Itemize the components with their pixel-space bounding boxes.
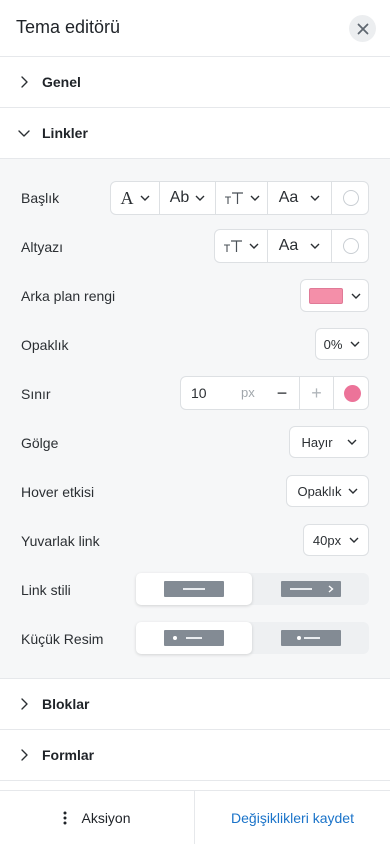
section-formlar-label: Formlar	[42, 747, 95, 763]
border-color-picker[interactable]	[333, 377, 370, 409]
opaklik-label: Opaklık	[21, 337, 69, 353]
minus-icon: −	[276, 382, 288, 403]
baslik-color-picker[interactable]	[331, 182, 370, 214]
style-glyph: Ab	[169, 189, 190, 206]
thumbnail-left-preview	[164, 630, 224, 646]
chevron-down-icon	[18, 130, 30, 137]
section-linkler[interactable]: Linkler	[0, 108, 390, 159]
hover-select[interactable]: Opaklık	[286, 475, 369, 507]
chevron-down-icon	[250, 195, 259, 201]
case-glyph: Aa	[278, 237, 299, 254]
thumbnail-toggle	[136, 622, 369, 654]
altyazi-label: Altyazı	[21, 239, 64, 255]
thumbnail-left-option[interactable]	[136, 622, 252, 654]
decrement-button[interactable]: −	[265, 377, 299, 409]
more-vertical-icon	[63, 811, 67, 825]
case-glyph: Aa	[278, 189, 299, 206]
section-bloklar-label: Bloklar	[42, 696, 90, 712]
thumbnail-inline-option[interactable]	[253, 622, 369, 654]
altyazi-color-picker[interactable]	[331, 230, 370, 262]
section-bloklar[interactable]: Bloklar	[0, 679, 390, 730]
sinir-label: Sınır	[21, 386, 51, 402]
color-swatch	[343, 238, 359, 254]
chevron-down-icon	[310, 195, 320, 201]
link-arrow-preview	[281, 581, 341, 597]
background-color-picker[interactable]	[300, 279, 369, 312]
section-genel-label: Genel	[42, 74, 81, 90]
link-plain-preview	[164, 581, 224, 597]
section-linkler-label: Linkler	[42, 125, 88, 141]
action-button-label: Aksiyon	[81, 810, 131, 826]
border-unit: px	[241, 385, 255, 400]
close-button[interactable]	[349, 15, 376, 42]
golge-label: Gölge	[21, 435, 59, 451]
altyazi-typography-group: Aa	[214, 229, 369, 263]
chevron-down-icon	[348, 488, 358, 494]
chevron-down-icon	[249, 243, 259, 249]
close-icon	[357, 23, 368, 34]
link-style-toggle	[136, 573, 369, 605]
altyazi-case-select[interactable]: Aa	[267, 230, 331, 262]
chevron-down-icon	[350, 341, 360, 347]
link-stili-label: Link stili	[21, 582, 71, 598]
save-button[interactable]: Değişiklikleri kaydet	[195, 791, 390, 844]
chevron-right-icon	[21, 698, 28, 710]
baslik-case-select[interactable]: Aa	[267, 182, 331, 214]
baslik-font-select[interactable]: A	[111, 182, 159, 214]
sinir-control-group: px − +	[180, 376, 369, 410]
thumbnail-inline-preview	[281, 630, 341, 646]
linkler-panel: Başlık A Ab Aa Altyazı Aa Arka plan reng…	[0, 159, 390, 679]
link-style-arrow-option[interactable]	[253, 573, 369, 605]
save-button-label: Değişiklikleri kaydet	[231, 810, 354, 826]
chevron-right-icon	[21, 749, 28, 761]
chevron-down-icon	[347, 439, 357, 445]
yuvarlak-select[interactable]: 40px	[303, 524, 369, 556]
chevron-down-icon	[351, 293, 360, 299]
section-genel[interactable]: Genel	[0, 57, 390, 108]
baslik-style-select[interactable]: Ab	[159, 182, 215, 214]
action-button[interactable]: Aksiyon	[0, 791, 194, 844]
plus-icon: +	[311, 382, 322, 403]
chevron-down-icon	[310, 243, 320, 249]
chevron-right-icon	[21, 76, 28, 88]
baslik-label: Başlık	[21, 190, 60, 206]
background-color-swatch	[308, 287, 343, 304]
arka-plan-label: Arka plan rengi	[21, 288, 116, 304]
opaklik-select[interactable]: 0%	[315, 328, 369, 360]
golge-value: Hayır	[301, 434, 333, 450]
chevron-down-icon	[195, 195, 205, 201]
section-formlar[interactable]: Formlar	[0, 730, 390, 781]
baslik-typography-group: A Ab Aa	[110, 181, 369, 215]
page-title: Tema editörü	[16, 17, 121, 37]
yuvarlak-value: 40px	[312, 532, 342, 548]
hover-value: Opaklık	[297, 483, 342, 499]
increment-button[interactable]: +	[299, 377, 333, 409]
font-glyph: A	[120, 187, 134, 208]
editor-header: Tema editörü	[0, 0, 390, 57]
footer-bar: Aksiyon Değişiklikleri kaydet	[0, 790, 390, 844]
hover-label: Hover etkisi	[21, 484, 95, 500]
yuvarlak-label: Yuvarlak link	[21, 533, 100, 549]
baslik-size-select[interactable]	[215, 182, 267, 214]
opaklik-value: 0%	[323, 336, 343, 352]
link-style-plain-option[interactable]	[136, 573, 252, 605]
golge-select[interactable]: Hayır	[289, 426, 369, 458]
chevron-down-icon	[140, 195, 149, 201]
chevron-down-icon	[349, 537, 359, 543]
chevron-right-icon	[328, 585, 334, 593]
border-color-swatch	[343, 384, 361, 402]
text-size-icon	[224, 240, 242, 252]
kucuk-resim-label: Küçük Resim	[21, 631, 104, 647]
altyazi-size-select[interactable]	[215, 230, 267, 262]
text-size-icon	[224, 192, 243, 204]
color-swatch	[343, 190, 359, 206]
